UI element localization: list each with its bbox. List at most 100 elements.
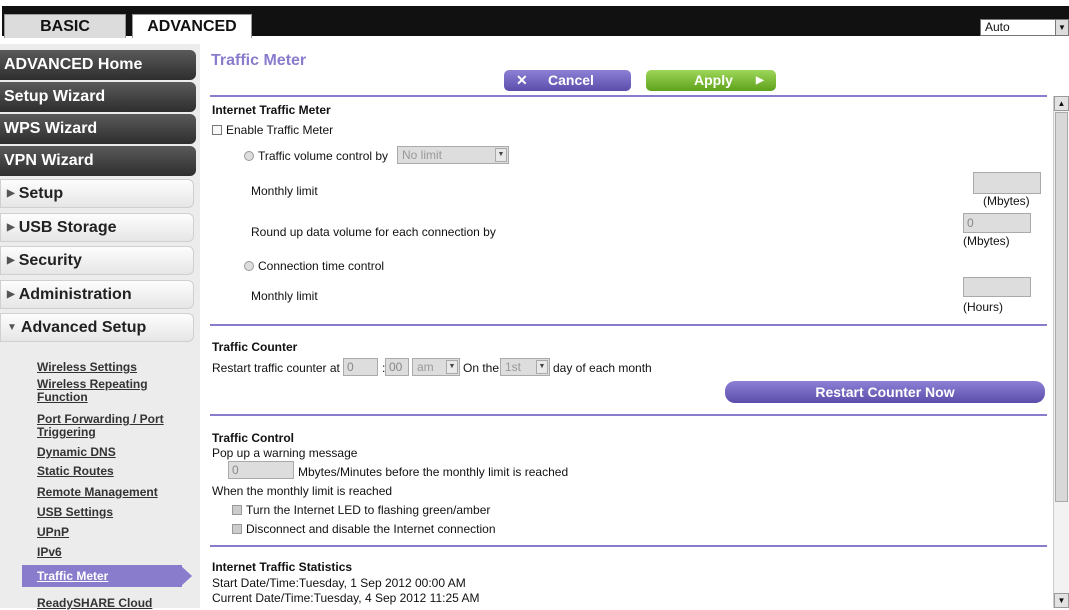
sublink-wireless-settings[interactable]: Wireless Settings bbox=[37, 361, 187, 374]
volume-control-radio[interactable]: Traffic volume control by bbox=[244, 149, 388, 163]
led-option[interactable]: Turn the Internet LED to flashing green/… bbox=[232, 503, 490, 517]
close-icon: ✕ bbox=[516, 72, 528, 88]
sidebar: ADVANCED Home Setup Wizard WPS Wizard VP… bbox=[0, 44, 200, 610]
day-select[interactable]: 1st ▼ bbox=[500, 358, 550, 376]
cancel-label: Cancel bbox=[548, 72, 594, 88]
sidebar-item-administration[interactable]: ▶ Administration bbox=[0, 280, 194, 309]
warning-text: Mbytes/Minutes before the monthly limit … bbox=[298, 465, 569, 479]
tab-basic[interactable]: BASIC bbox=[4, 14, 126, 38]
radio-label: Connection time control bbox=[258, 259, 385, 273]
roundup-label: Round up data volume for each connection… bbox=[251, 225, 496, 239]
day-suffix-label: day of each month bbox=[553, 361, 652, 375]
sublink-usb-settings[interactable]: USB Settings bbox=[37, 506, 187, 519]
mbytes-unit: (Mbytes) bbox=[983, 194, 1030, 208]
disconnect-option[interactable]: Disconnect and disable the Internet conn… bbox=[232, 522, 496, 536]
roundup-unit: (Mbytes) bbox=[963, 234, 1010, 248]
sublink-dynamic-dns[interactable]: Dynamic DNS bbox=[37, 446, 187, 459]
sidebar-item-label: Setup bbox=[18, 185, 64, 202]
sidebar-item-label: Advanced Setup bbox=[20, 319, 147, 336]
sidebar-item-wps-wizard[interactable]: WPS Wizard bbox=[0, 114, 196, 144]
popup-label: Pop up a warning message bbox=[212, 446, 358, 460]
ampm-select[interactable]: am ▼ bbox=[412, 358, 460, 376]
chevron-down-icon: ▼ bbox=[1055, 19, 1069, 36]
chevron-down-icon: ▼ bbox=[446, 360, 458, 374]
volume-select[interactable]: No limit ▼ bbox=[397, 146, 509, 164]
sidebar-item-advanced-setup[interactable]: ▼ Advanced Setup bbox=[0, 313, 194, 342]
divider bbox=[210, 95, 1047, 97]
sublink-remote-management[interactable]: Remote Management bbox=[37, 486, 187, 499]
chevron-down-icon: ▼ bbox=[536, 360, 548, 374]
checkbox-label: Enable Traffic Meter bbox=[226, 123, 334, 137]
sidebar-item-setup-wizard[interactable]: Setup Wizard bbox=[0, 82, 196, 112]
restart-at-label: Restart traffic counter at bbox=[212, 361, 340, 375]
sidebar-item-label: Administration bbox=[18, 286, 132, 303]
caret-right-icon: ▶ bbox=[7, 222, 15, 233]
apply-button[interactable]: Apply ▶ bbox=[646, 70, 776, 91]
top-navigation: BASIC ADVANCED Auto ▼ bbox=[0, 0, 1069, 38]
divider bbox=[210, 414, 1047, 416]
sublink-label: Traffic Meter bbox=[37, 569, 109, 583]
monthly-limit-mbytes-input[interactable] bbox=[973, 172, 1041, 194]
caret-right-icon: ▶ bbox=[7, 255, 15, 266]
sidebar-item-vpn-wizard[interactable]: VPN Wizard bbox=[0, 146, 196, 176]
select-value: 1st bbox=[505, 360, 522, 374]
language-value: Auto bbox=[985, 20, 1010, 34]
restart-counter-button[interactable]: Restart Counter Now bbox=[725, 381, 1045, 403]
radio[interactable] bbox=[244, 151, 254, 161]
sublink-static-routes[interactable]: Static Routes bbox=[37, 465, 187, 478]
current-datetime: Current Date/Time:Tuesday, 4 Sep 2012 11… bbox=[212, 591, 480, 605]
hours-unit: (Hours) bbox=[963, 300, 1004, 314]
restart-minute-input[interactable]: 00 bbox=[385, 358, 409, 376]
section-heading-statistics: Internet Traffic Statistics bbox=[212, 560, 353, 574]
sidebar-item-setup[interactable]: ▶ Setup bbox=[0, 179, 194, 208]
cancel-button[interactable]: ✕ Cancel bbox=[504, 70, 631, 91]
section-heading-traffic-counter: Traffic Counter bbox=[212, 340, 298, 354]
connection-time-radio[interactable]: Connection time control bbox=[244, 259, 384, 273]
monthly-limit-hours-input[interactable] bbox=[963, 277, 1031, 297]
caret-right-icon: ▶ bbox=[7, 188, 15, 199]
divider bbox=[210, 545, 1047, 547]
checkbox-label: Turn the Internet LED to flashing green/… bbox=[246, 503, 491, 517]
sublink-readyshare-cloud[interactable]: ReadySHARE Cloud bbox=[37, 597, 187, 610]
on-the-label: On the bbox=[463, 361, 500, 375]
scroll-down-icon[interactable]: ▼ bbox=[1054, 593, 1069, 608]
sublink-upnp[interactable]: UPnP bbox=[37, 526, 187, 539]
restart-hour-input[interactable]: 0 bbox=[343, 358, 378, 376]
caret-right-icon: ▶ bbox=[7, 289, 15, 300]
apply-label: Apply bbox=[694, 72, 733, 88]
checkbox[interactable] bbox=[232, 524, 242, 534]
tab-advanced[interactable]: ADVANCED bbox=[132, 14, 252, 38]
start-datetime: Start Date/Time:Tuesday, 1 Sep 2012 00:0… bbox=[212, 576, 466, 590]
caret-down-icon: ▼ bbox=[7, 322, 17, 333]
roundup-input[interactable]: 0 bbox=[963, 213, 1031, 233]
divider bbox=[210, 324, 1047, 326]
scroll-thumb[interactable] bbox=[1055, 112, 1068, 502]
arrow-right-icon: ▶ bbox=[756, 75, 764, 86]
section-heading-traffic-control: Traffic Control bbox=[212, 431, 295, 445]
sidebar-item-usb-storage[interactable]: ▶ USB Storage bbox=[0, 213, 194, 242]
sublink-traffic-meter[interactable]: Traffic Meter bbox=[22, 565, 192, 587]
sidebar-item-security[interactable]: ▶ Security bbox=[0, 246, 194, 275]
select-value: am bbox=[417, 360, 434, 374]
sublink-port-forwarding[interactable]: Port Forwarding / Port Triggering bbox=[37, 413, 187, 439]
monthly-limit-label: Monthly limit bbox=[251, 184, 318, 198]
page-title: Traffic Meter bbox=[211, 52, 307, 69]
language-select[interactable]: Auto ▼ bbox=[980, 19, 1069, 36]
scroll-up-icon[interactable]: ▲ bbox=[1054, 96, 1069, 111]
checkbox-label: Disconnect and disable the Internet conn… bbox=[246, 522, 496, 536]
main-content: Traffic Meter ✕ Cancel Apply ▶ ▲ ▼ Interne… bbox=[208, 48, 1069, 608]
when-limit-label: When the monthly limit is reached bbox=[212, 484, 393, 498]
enable-traffic-meter[interactable]: Enable Traffic Meter bbox=[212, 123, 333, 137]
warning-value-input[interactable]: 0 bbox=[228, 461, 294, 479]
sidebar-item-advanced-home[interactable]: ADVANCED Home bbox=[0, 50, 196, 80]
radio[interactable] bbox=[244, 261, 254, 271]
chevron-down-icon: ▼ bbox=[495, 148, 507, 162]
sublink-ipv6[interactable]: IPv6 bbox=[37, 546, 187, 559]
select-value: No limit bbox=[402, 148, 443, 162]
checkbox[interactable] bbox=[232, 505, 242, 515]
section-heading-traffic-meter: Internet Traffic Meter bbox=[212, 103, 331, 117]
scrollbar[interactable]: ▲ ▼ bbox=[1053, 96, 1069, 608]
radio-label: Traffic volume control by bbox=[258, 149, 389, 163]
checkbox[interactable] bbox=[212, 125, 222, 135]
sublink-wireless-repeating[interactable]: Wireless Repeating Function bbox=[37, 378, 187, 404]
